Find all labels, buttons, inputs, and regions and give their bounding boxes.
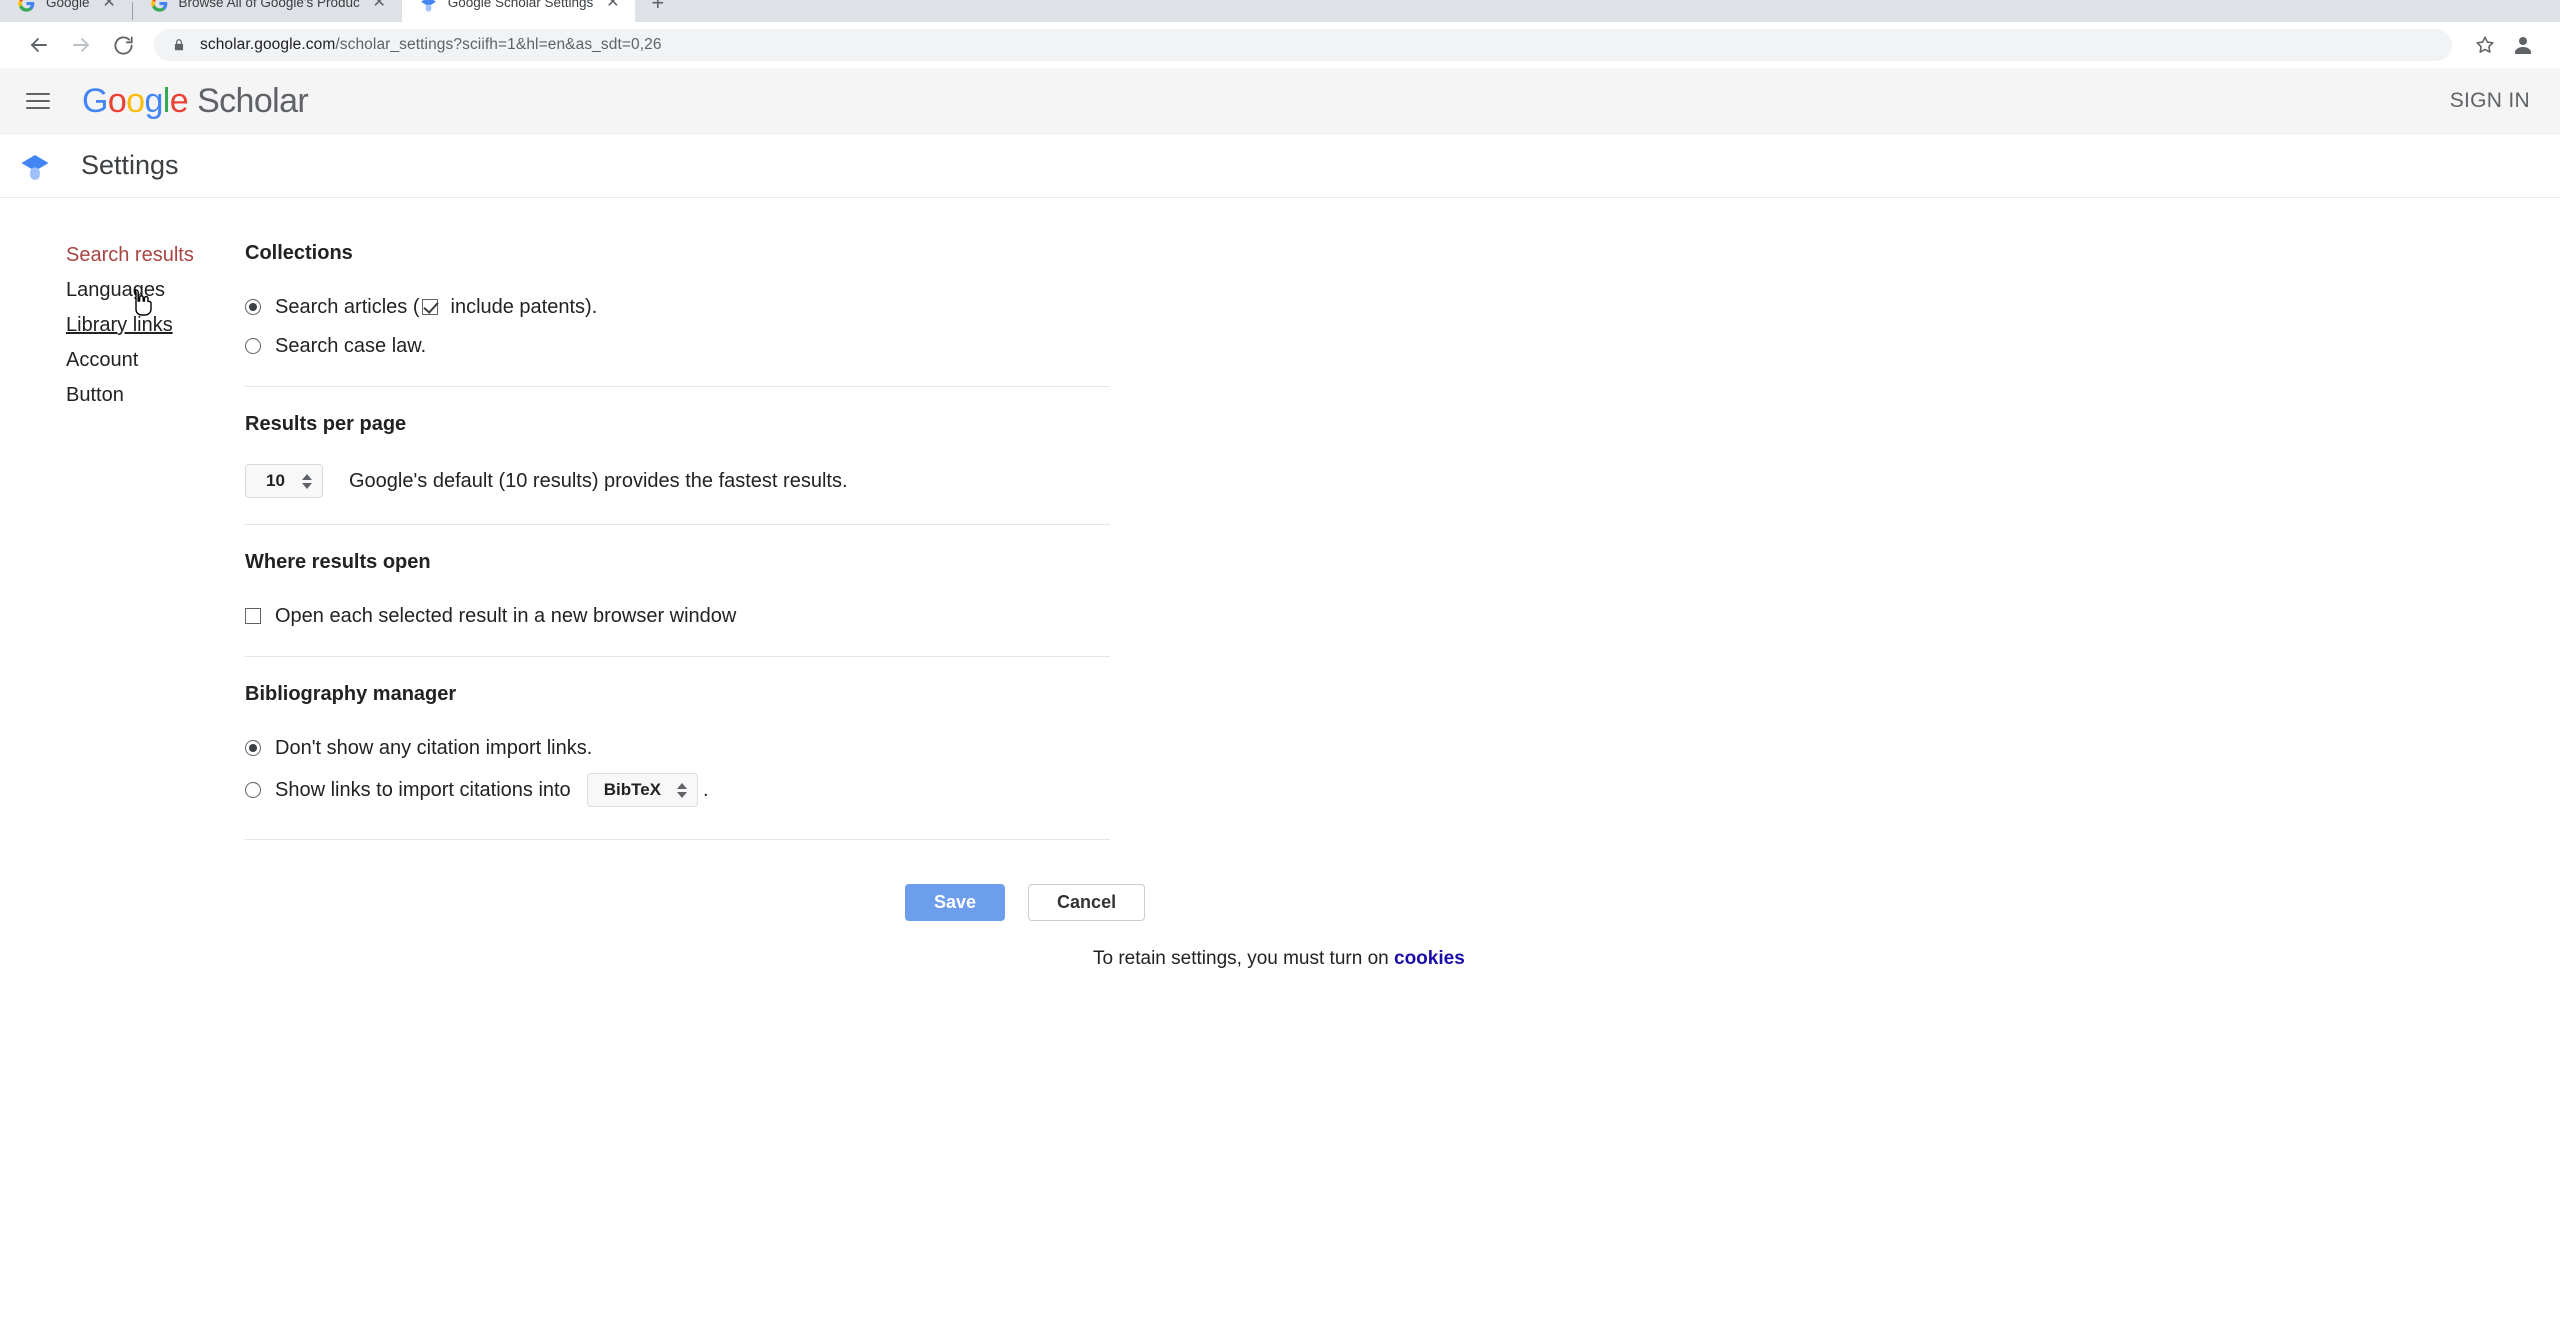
google-icon: [151, 0, 168, 12]
sidebar-item-search-results[interactable]: Search results: [66, 242, 194, 268]
tab-title: Google: [46, 0, 90, 10]
section-heading: Collections: [245, 242, 1110, 265]
browser-tab[interactable]: Browse All of Google's Produc ✕: [133, 0, 402, 22]
radio-search-case-law[interactable]: [245, 338, 261, 354]
logo-letter: G: [82, 82, 108, 120]
scholar-cap-icon: [420, 0, 437, 12]
section-collections: Collections Search articles ( include pa…: [245, 242, 1110, 387]
profile-avatar-icon[interactable]: [2504, 26, 2542, 64]
sidebar-item-account[interactable]: Account: [66, 347, 138, 373]
browser-toolbar: scholar.google.com/scholar_settings?scii…: [0, 22, 2560, 68]
cookie-note-text: To retain settings, you must turn on: [1093, 948, 1394, 969]
section-heading: Bibliography manager: [245, 683, 1110, 706]
logo-letter: o: [126, 82, 144, 120]
option-search-articles[interactable]: Search articles ( include patents).: [245, 293, 1110, 321]
section-bibliography-manager: Bibliography manager Don't show any cita…: [245, 683, 1110, 840]
logo-letter: e: [170, 82, 188, 120]
logo-letter: l: [163, 82, 170, 120]
option-label-dont-show: Don't show any citation import links.: [275, 734, 592, 762]
radio-show-import-links[interactable]: [245, 782, 261, 798]
radio-search-articles[interactable]: [245, 299, 261, 315]
settings-body: Search results Languages Library links A…: [0, 198, 2560, 970]
section-where-results-open: Where results open Open each selected re…: [245, 551, 1110, 657]
spinner-arrows-icon: [302, 474, 312, 489]
google-scholar-logo[interactable]: GoogleScholar: [82, 84, 308, 118]
new-tab-button[interactable]: +: [635, 0, 680, 22]
section-heading: Where results open: [245, 551, 1110, 574]
url-domain: scholar.google.com: [200, 36, 335, 53]
back-arrow-icon[interactable]: [18, 24, 60, 66]
radio-dont-show-citations[interactable]: [245, 740, 261, 756]
tab-title: Browse All of Google's Produc: [179, 0, 360, 10]
option-dont-show-citations[interactable]: Don't show any citation import links.: [245, 734, 1110, 762]
checkbox-include-patents[interactable]: [422, 299, 438, 315]
scholar-header: GoogleScholar SIGN IN: [0, 68, 2560, 134]
option-label-show-links: Show links to import citations into: [275, 776, 571, 804]
browser-chrome: Google ✕ Browse All of Google's Produc ✕…: [0, 0, 2560, 68]
forward-arrow-icon[interactable]: [60, 24, 102, 66]
option-show-import-links[interactable]: Show links to import citations into BibT…: [245, 773, 1110, 807]
option-search-case-law[interactable]: Search case law.: [245, 332, 1110, 360]
url-text: scholar.google.com/scholar_settings?scii…: [200, 36, 662, 54]
page-title: Settings: [81, 150, 179, 181]
settings-sidebar: Search results Languages Library links A…: [0, 242, 245, 970]
bookmark-star-icon[interactable]: [2466, 26, 2504, 64]
cookie-note: To retain settings, you must turn on coo…: [245, 948, 1110, 970]
option-label-case-law: Search case law.: [275, 332, 426, 360]
option-new-window[interactable]: Open each selected result in a new brows…: [245, 602, 1110, 630]
sidebar-item-button[interactable]: Button: [66, 382, 124, 408]
scholar-cap-icon: [14, 145, 56, 187]
sidebar-item-library-links[interactable]: Library links: [66, 312, 173, 338]
results-per-page-value: 10: [266, 469, 285, 493]
tab-title: Google Scholar Settings: [448, 0, 594, 10]
section-results-per-page: Results per page 10 Google's default (10…: [245, 413, 1110, 525]
save-button[interactable]: Save: [905, 884, 1005, 921]
settings-actions: Save Cancel: [245, 884, 1110, 921]
url-path: /scholar_settings?sciifh=1&hl=en&as_sdt=…: [335, 36, 661, 53]
option-label-new-window: Open each selected result in a new brows…: [275, 602, 736, 630]
results-per-page-note: Google's default (10 results) provides t…: [349, 467, 848, 495]
hamburger-menu-icon[interactable]: [16, 79, 60, 123]
option-label-patents: include patents).: [451, 293, 598, 321]
settings-main: Collections Search articles ( include pa…: [245, 242, 1110, 970]
spinner-arrows-icon: [677, 783, 687, 798]
cancel-button[interactable]: Cancel: [1028, 884, 1145, 921]
tab-strip: Google ✕ Browse All of Google's Produc ✕…: [0, 0, 2560, 22]
results-per-page-select[interactable]: 10: [245, 464, 323, 498]
section-divider: [245, 839, 1110, 840]
close-icon[interactable]: ✕: [101, 0, 118, 12]
reload-icon[interactable]: [102, 24, 144, 66]
results-per-page-row: 10 Google's default (10 results) provide…: [245, 464, 1110, 498]
citation-format-value: BibTeX: [604, 778, 661, 802]
citation-format-select[interactable]: BibTeX: [587, 773, 698, 807]
google-icon: [18, 0, 35, 12]
checkbox-new-browser-window[interactable]: [245, 608, 261, 624]
sidebar-item-languages[interactable]: Languages: [66, 277, 165, 303]
close-icon[interactable]: ✕: [371, 0, 388, 12]
logo-scholar-word: Scholar: [197, 82, 308, 120]
logo-letter: o: [108, 82, 126, 120]
section-heading: Results per page: [245, 413, 1110, 436]
trailing-period: .: [703, 776, 709, 804]
close-icon[interactable]: ✕: [604, 0, 621, 12]
browser-tab-active[interactable]: Google Scholar Settings ✕: [402, 0, 636, 22]
lock-icon: [172, 38, 186, 52]
settings-title-bar: Settings: [0, 134, 2560, 198]
browser-tab[interactable]: Google ✕: [0, 0, 132, 22]
logo-letter: g: [144, 82, 162, 120]
option-label-prefix: Search articles (: [275, 293, 420, 321]
sign-in-button[interactable]: SIGN IN: [2450, 89, 2530, 113]
address-bar[interactable]: scholar.google.com/scholar_settings?scii…: [154, 29, 2452, 61]
cookies-link[interactable]: cookies: [1394, 948, 1465, 969]
